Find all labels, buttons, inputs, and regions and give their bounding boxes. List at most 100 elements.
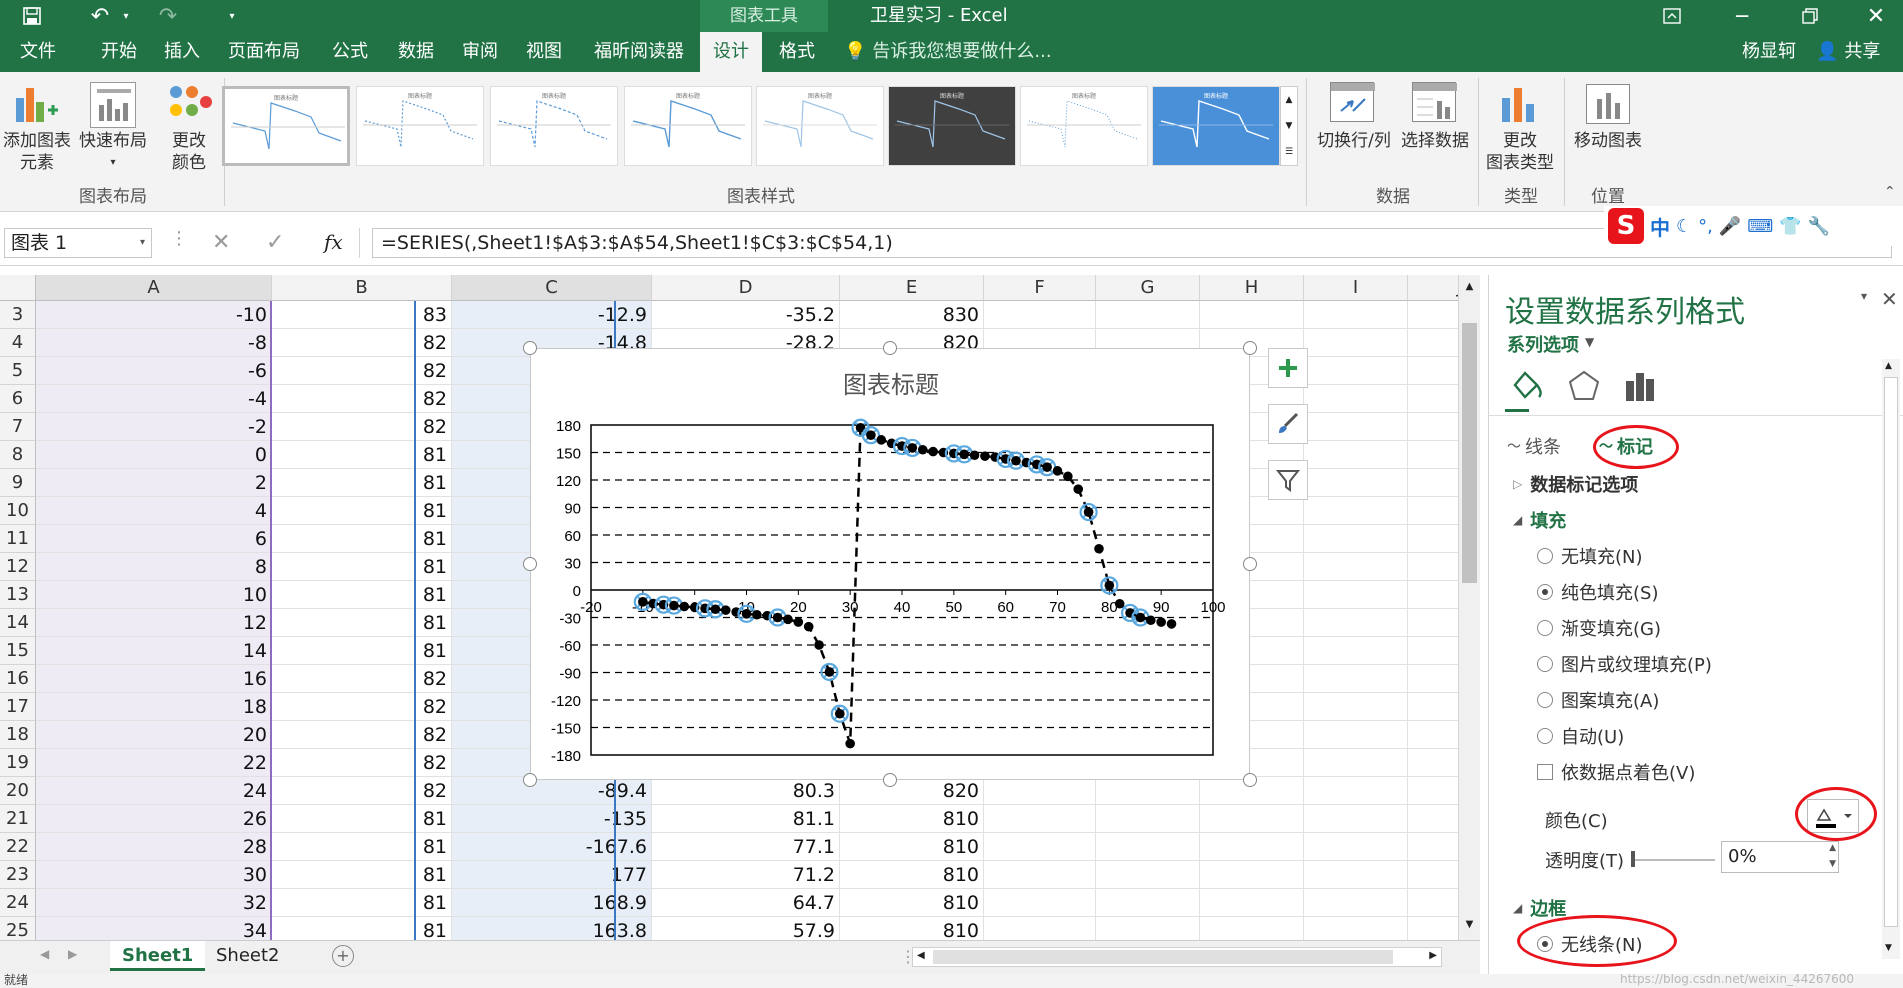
cell[interactable] bbox=[1304, 609, 1408, 637]
collapse-ribbon-icon[interactable]: ⌃ bbox=[1884, 184, 1896, 200]
cancel-icon[interactable]: ✕ bbox=[212, 230, 230, 255]
fill-section[interactable]: ◢ 填充 bbox=[1513, 507, 1566, 533]
resize-handle[interactable] bbox=[523, 773, 537, 787]
cell[interactable]: 81 bbox=[272, 553, 452, 581]
cell[interactable]: -167.6 bbox=[452, 833, 652, 861]
resize-handle[interactable] bbox=[1243, 557, 1257, 571]
cell[interactable]: 6 bbox=[36, 525, 272, 553]
vary-colors-option[interactable]: 依数据点着色(V) bbox=[1537, 759, 1695, 785]
cell[interactable]: 163.8 bbox=[452, 917, 652, 940]
transparency-slider-thumb[interactable] bbox=[1631, 851, 1635, 867]
quick-layout-icon[interactable] bbox=[90, 82, 136, 128]
cell[interactable]: 81 bbox=[272, 497, 452, 525]
cell[interactable] bbox=[1408, 889, 1465, 917]
close-icon[interactable]: ✕ bbox=[1856, 0, 1896, 32]
cell[interactable] bbox=[1408, 413, 1465, 441]
cell[interactable] bbox=[1408, 609, 1465, 637]
cell[interactable] bbox=[984, 777, 1096, 805]
prev-sheet-icon[interactable]: ◀ bbox=[40, 947, 49, 961]
change-chart-type-label[interactable]: 更改 图表类型 bbox=[1480, 130, 1560, 174]
row-header[interactable]: 7 bbox=[0, 413, 36, 441]
radio-button[interactable] bbox=[1537, 728, 1553, 744]
cell[interactable]: 26 bbox=[36, 805, 272, 833]
radio-button[interactable] bbox=[1537, 656, 1553, 672]
skin-icon[interactable]: 👕 bbox=[1779, 216, 1801, 237]
cell[interactable] bbox=[1304, 665, 1408, 693]
cell[interactable]: 10 bbox=[36, 581, 272, 609]
enter-icon[interactable]: ✓ bbox=[266, 230, 284, 255]
scroll-thumb[interactable] bbox=[1462, 323, 1477, 583]
cell[interactable]: 81.1 bbox=[652, 805, 840, 833]
chart-plot[interactable]: 180 150 120 90 60 30 0 -30 -60 -90 -120 -150 -180 -20… bbox=[531, 349, 1251, 781]
cell[interactable]: 81 bbox=[272, 637, 452, 665]
chart-style-8[interactable]: 图表标题 bbox=[1152, 86, 1280, 166]
cell[interactable] bbox=[1096, 777, 1200, 805]
line-tab[interactable]: 〜 线条 bbox=[1507, 433, 1561, 459]
punctuation-icon[interactable]: °, bbox=[1698, 216, 1713, 237]
cell[interactable] bbox=[1408, 329, 1465, 357]
cell[interactable] bbox=[1200, 917, 1304, 940]
tab-design[interactable]: 设计 bbox=[700, 32, 762, 72]
chart-style-6[interactable]: 图表标题 bbox=[888, 86, 1016, 166]
cell[interactable] bbox=[1304, 721, 1408, 749]
cell[interactable]: -35.2 bbox=[652, 301, 840, 329]
cell[interactable]: 82 bbox=[272, 693, 452, 721]
radio-button[interactable] bbox=[1537, 548, 1553, 564]
cell[interactable]: 32 bbox=[36, 889, 272, 917]
tab-foxit-reader[interactable]: 福昕阅读器 bbox=[584, 32, 694, 72]
cell[interactable]: 28 bbox=[36, 833, 272, 861]
cell[interactable] bbox=[984, 301, 1096, 329]
row-header[interactable]: 25 bbox=[0, 917, 36, 940]
cell[interactable]: 71.2 bbox=[652, 861, 840, 889]
chart-style-5[interactable]: 图表标题 bbox=[756, 86, 884, 166]
resize-handle[interactable] bbox=[523, 341, 537, 355]
pane-scrollbar[interactable]: ▲ ▼ bbox=[1882, 359, 1900, 959]
cell[interactable]: 4 bbox=[36, 497, 272, 525]
cell[interactable]: 80.3 bbox=[652, 777, 840, 805]
minimize-icon[interactable]: ─ bbox=[1722, 0, 1762, 32]
tab-view[interactable]: 视图 bbox=[514, 32, 574, 72]
chart-style-3[interactable]: 图表标题 bbox=[490, 86, 618, 166]
spin-icon[interactable]: ▲ ▼ bbox=[1829, 840, 1836, 872]
tab-data[interactable]: 数据 bbox=[386, 32, 446, 72]
cell[interactable] bbox=[1408, 301, 1465, 329]
scroll-down-icon[interactable]: ▼ bbox=[1885, 943, 1892, 953]
add-sheet-icon[interactable]: + bbox=[332, 945, 354, 967]
change-colors-icon[interactable] bbox=[168, 84, 214, 128]
row-header[interactable]: 8 bbox=[0, 441, 36, 469]
redo-icon[interactable]: ↷ bbox=[148, 0, 188, 32]
cell[interactable]: 81 bbox=[272, 581, 452, 609]
cell[interactable]: 8 bbox=[36, 553, 272, 581]
cell[interactable]: 810 bbox=[840, 889, 984, 917]
tab-file[interactable]: 文件 bbox=[4, 32, 72, 72]
cell[interactable]: 22 bbox=[36, 749, 272, 777]
row-header[interactable]: 14 bbox=[0, 609, 36, 637]
row-header[interactable]: 24 bbox=[0, 889, 36, 917]
cell[interactable]: 30 bbox=[36, 861, 272, 889]
cell[interactable] bbox=[1408, 693, 1465, 721]
cell[interactable]: 81 bbox=[272, 469, 452, 497]
cell[interactable] bbox=[1304, 917, 1408, 940]
add-chart-element-label[interactable]: 添加图表 元素 bbox=[0, 130, 74, 174]
scroll-up-icon[interactable]: ▲ bbox=[1461, 277, 1478, 297]
resize-handle[interactable] bbox=[1243, 341, 1257, 355]
switch-row-column-label[interactable]: 切换行/列 bbox=[1310, 130, 1398, 152]
cell[interactable]: 16 bbox=[36, 665, 272, 693]
cell[interactable]: 82 bbox=[272, 749, 452, 777]
scroll-left-icon[interactable]: ◀ bbox=[917, 950, 925, 961]
cell[interactable] bbox=[1408, 721, 1465, 749]
cell[interactable] bbox=[1408, 777, 1465, 805]
chart-filters-button[interactable] bbox=[1268, 460, 1308, 500]
cell[interactable] bbox=[1096, 917, 1200, 940]
cell[interactable]: 20 bbox=[36, 721, 272, 749]
cell[interactable] bbox=[1304, 693, 1408, 721]
cell[interactable] bbox=[1408, 861, 1465, 889]
row-header[interactable]: 3 bbox=[0, 301, 36, 329]
marker-options-section[interactable]: ▷ 数据标记选项 bbox=[1513, 471, 1638, 497]
tab-page-layout[interactable]: 页面布局 bbox=[218, 32, 310, 72]
share-button[interactable]: 👤 共享 bbox=[1816, 32, 1880, 72]
column-header[interactable]: C bbox=[452, 275, 652, 301]
cell[interactable] bbox=[1304, 413, 1408, 441]
chart-style-1[interactable]: 图表标题 bbox=[222, 86, 350, 166]
cell[interactable] bbox=[1200, 805, 1304, 833]
